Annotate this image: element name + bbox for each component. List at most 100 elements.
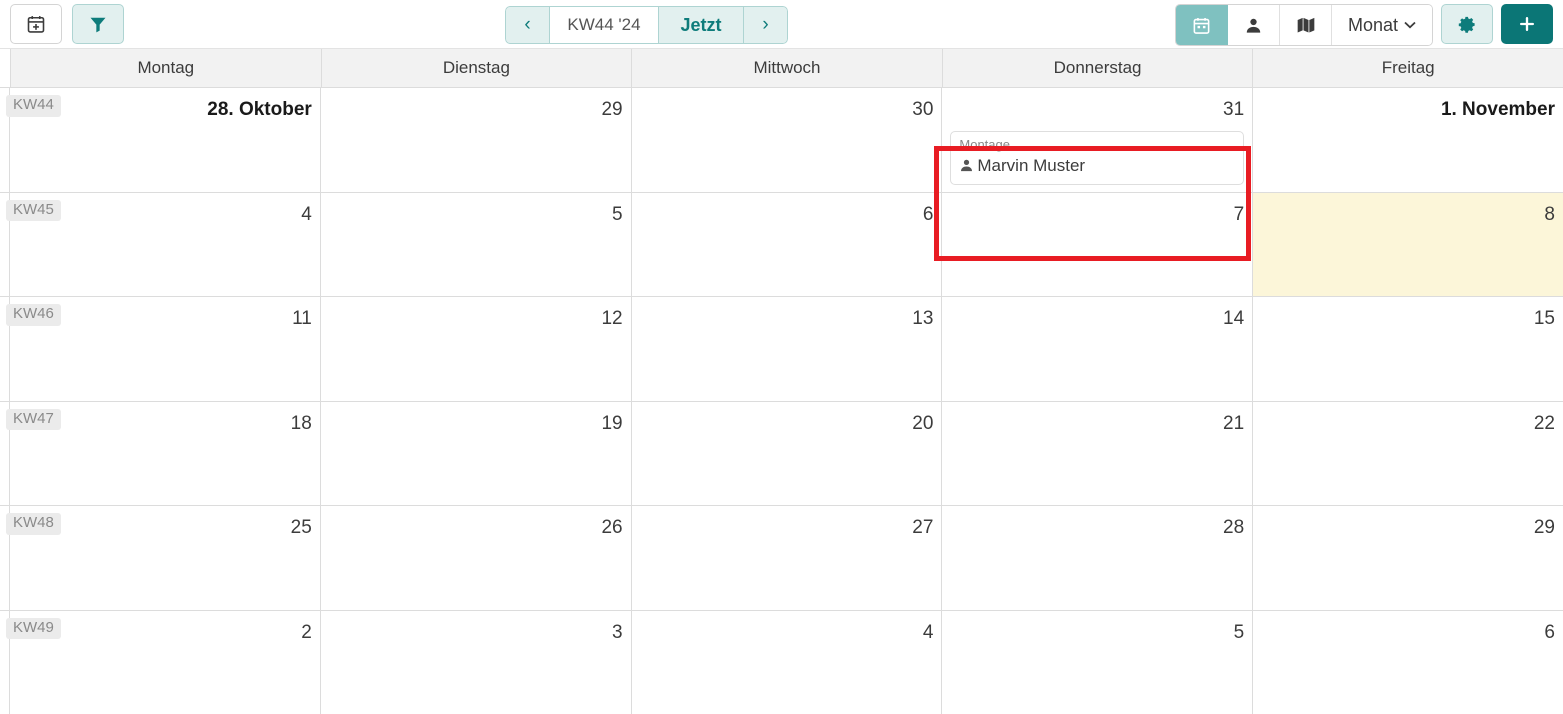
day-number: 7: [950, 199, 1244, 226]
week-number-badge: KW48: [6, 513, 61, 535]
view-switcher-group: Monat: [1175, 4, 1433, 46]
filter-button[interactable]: [72, 4, 124, 44]
day-header-row: Montag Dienstag Mittwoch Donnerstag Frei…: [0, 49, 1563, 88]
calendar-day-cell[interactable]: 15: [1253, 297, 1563, 401]
calendar-day-cell[interactable]: 6: [632, 193, 943, 297]
day-number: 28: [950, 512, 1244, 539]
calendar-day-cell[interactable]: 29: [1253, 506, 1563, 610]
day-header-mittwoch: Mittwoch: [632, 49, 943, 87]
calendar-plus-icon: [26, 14, 46, 34]
calendar-day-cell[interactable]: 21: [942, 402, 1253, 506]
calendar-month-view: Montag Dienstag Mittwoch Donnerstag Frei…: [0, 49, 1563, 713]
gear-icon: [1458, 15, 1477, 34]
event-subtitle: Montage: [959, 137, 1235, 154]
calendar-day-cell[interactable]: 8: [1253, 193, 1563, 297]
calendar-day-cell[interactable]: 5: [942, 611, 1253, 714]
day-number: 4: [18, 199, 312, 226]
day-number: 4: [640, 617, 934, 644]
day-number: 8: [1261, 199, 1555, 226]
next-period-button[interactable]: ›: [743, 6, 788, 44]
now-button[interactable]: Jetzt: [658, 6, 744, 44]
top-toolbar: ‹ KW44 '24 Jetzt ›: [0, 0, 1563, 49]
calendar-day-cell[interactable]: 12: [321, 297, 632, 401]
toolbar-right-group: Monat: [1175, 4, 1553, 46]
day-number: 5: [329, 199, 623, 226]
new-event-button[interactable]: [10, 4, 62, 44]
calendar-day-cell[interactable]: 26: [321, 506, 632, 610]
day-number: 15: [1261, 303, 1555, 330]
plus-icon: [1517, 14, 1537, 34]
calendar-day-cell[interactable]: 30: [632, 88, 943, 192]
day-number: 20: [640, 408, 934, 435]
day-number: 28. Oktober: [18, 94, 312, 121]
day-header-montag: Montag: [11, 49, 322, 87]
current-period-label: KW44 '24: [549, 6, 659, 44]
calendar-day-cell[interactable]: 28: [942, 506, 1253, 610]
day-number: 6: [640, 199, 934, 226]
day-number: 13: [640, 303, 934, 330]
person-icon: [1244, 16, 1263, 35]
previous-period-button[interactable]: ‹: [505, 6, 550, 44]
period-navigation-group: ‹ KW44 '24 Jetzt ›: [505, 6, 788, 44]
day-number: 2: [18, 617, 312, 644]
day-number: 11: [18, 303, 312, 330]
calendar-day-cell[interactable]: 31MontageMarvin Muster: [942, 88, 1253, 192]
week-number-badge: KW45: [6, 200, 61, 222]
day-number: 26: [329, 512, 623, 539]
calendar-day-cell[interactable]: 19: [321, 402, 632, 506]
calendar-day-cell[interactable]: 5: [321, 193, 632, 297]
week-number-badge: KW47: [6, 409, 61, 431]
view-person-button[interactable]: [1228, 5, 1280, 45]
calendar-week-row: KW4545678: [0, 193, 1563, 298]
map-icon: [1296, 15, 1316, 35]
day-number: 3: [329, 617, 623, 644]
calendar-day-cell[interactable]: 1. November: [1253, 88, 1563, 192]
view-mode-dropdown[interactable]: Monat: [1332, 5, 1432, 45]
view-calendar-button[interactable]: [1176, 5, 1228, 45]
day-number: 14: [950, 303, 1244, 330]
person-icon: [959, 158, 974, 173]
calendar-week-row: KW4718 19 20 21 22: [0, 402, 1563, 507]
view-map-button[interactable]: [1280, 5, 1332, 45]
day-number: 21: [950, 408, 1244, 435]
calendar-day-cell[interactable]: 27: [632, 506, 943, 610]
day-number: 22: [1261, 408, 1555, 435]
calendar-week-row: KW4825 26 27 28 29: [0, 506, 1563, 611]
calendar-day-cell[interactable]: 4: [632, 611, 943, 714]
view-mode-label: Monat: [1348, 15, 1398, 36]
day-number: 29: [329, 94, 623, 121]
day-number: 12: [329, 303, 623, 330]
filter-icon: [88, 14, 108, 34]
day-number: 27: [640, 512, 934, 539]
calendar-day-cell[interactable]: 13: [632, 297, 943, 401]
calendar-day-cell[interactable]: 22: [1253, 402, 1563, 506]
calendar-day-cell[interactable]: 29: [321, 88, 632, 192]
calendar-week-row: KW4923456: [0, 611, 1563, 714]
calendar-week-row: KW4611 12 13 14 15: [0, 297, 1563, 402]
toolbar-left-group: [10, 4, 124, 44]
event-assignee-row: Marvin Muster: [959, 155, 1235, 177]
calendar-day-cell[interactable]: 3: [321, 611, 632, 714]
week-column-header-spacer: [0, 49, 11, 87]
settings-button[interactable]: [1441, 4, 1493, 44]
day-number: 18: [18, 408, 312, 435]
day-number: 6: [1261, 617, 1555, 644]
day-number: 1. November: [1261, 94, 1555, 121]
day-number: 5: [950, 617, 1244, 644]
day-header-donnerstag: Donnerstag: [943, 49, 1254, 87]
calendar-week-row: KW4428. Oktober 29 3031MontageMarvin Muste…: [0, 88, 1563, 193]
event-assignee-name: Marvin Muster: [977, 155, 1085, 177]
week-number-badge: KW46: [6, 304, 61, 326]
chevron-down-icon: [1404, 21, 1416, 29]
calendar-day-cell[interactable]: 20: [632, 402, 943, 506]
day-header-freitag: Freitag: [1253, 49, 1563, 87]
add-button[interactable]: [1501, 4, 1553, 44]
week-number-badge: KW44: [6, 95, 61, 117]
week-number-badge: KW49: [6, 618, 61, 640]
calendar-day-cell[interactable]: 14: [942, 297, 1253, 401]
calendar-day-cell[interactable]: 6: [1253, 611, 1563, 714]
calendar-event-card[interactable]: MontageMarvin Muster: [950, 131, 1244, 185]
day-number: 19: [329, 408, 623, 435]
calendar-day-cell[interactable]: 7: [942, 193, 1253, 297]
day-number: 25: [18, 512, 312, 539]
